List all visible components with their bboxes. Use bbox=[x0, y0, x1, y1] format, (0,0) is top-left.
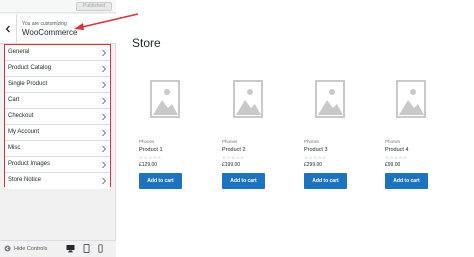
chevron-right-icon bbox=[102, 161, 107, 169]
chevron-right-icon bbox=[102, 129, 107, 137]
panel-item-label: Cart bbox=[8, 97, 20, 103]
chevron-right-icon bbox=[102, 177, 107, 185]
woocommerce-sections-panel: General Product Catalog Single Product C… bbox=[4, 44, 111, 189]
chevron-right-icon bbox=[102, 65, 107, 73]
panel-item-general[interactable]: General bbox=[5, 45, 110, 61]
panel-item-misc[interactable]: Misc bbox=[5, 141, 110, 157]
panel-item-label: Single Product bbox=[8, 81, 48, 87]
product-name[interactable]: Product 1 bbox=[139, 147, 189, 154]
panel-item-label: Product Images bbox=[8, 161, 51, 167]
rating-stars: ☆☆☆☆☆ bbox=[139, 155, 162, 160]
product-card: Phones Product 4 ☆☆☆☆☆ £99.00 Add to car… bbox=[385, 80, 435, 189]
chevron-right-icon bbox=[102, 113, 107, 121]
customizer-window: Published You are customizing WooCommerc… bbox=[0, 0, 474, 257]
product-category: Phones bbox=[222, 139, 238, 144]
product-name[interactable]: Product 3 bbox=[304, 147, 354, 154]
mobile-icon[interactable] bbox=[98, 244, 103, 253]
desktop-icon[interactable] bbox=[66, 244, 75, 253]
rating-stars: ☆☆☆☆☆ bbox=[304, 155, 327, 160]
hide-controls-label: Hide Controls bbox=[14, 245, 48, 252]
add-to-cart-button[interactable]: Add to cart bbox=[304, 173, 347, 189]
rating-stars: ☆☆☆☆☆ bbox=[222, 155, 245, 160]
rating-stars: ☆☆☆☆☆ bbox=[385, 155, 408, 160]
product-price: £299.00 bbox=[304, 162, 323, 168]
panel-item-product-images[interactable]: Product Images bbox=[5, 157, 110, 173]
panel-item-label: Store Notice bbox=[8, 177, 42, 183]
device-preview-switcher bbox=[66, 244, 103, 253]
chevron-right-icon bbox=[102, 49, 107, 57]
product-category: Phones bbox=[385, 139, 401, 144]
product-price: £99.00 bbox=[385, 162, 401, 168]
product-card: Phones Product 1 ☆☆☆☆☆ £129.00 Add to ca… bbox=[139, 80, 189, 189]
chevron-left-icon bbox=[5, 25, 10, 33]
tablet-icon[interactable] bbox=[83, 244, 90, 253]
product-category: Phones bbox=[304, 139, 320, 144]
published-button[interactable]: Published bbox=[76, 2, 112, 11]
back-button[interactable] bbox=[0, 14, 17, 44]
sidebar-footer: Hide Controls bbox=[0, 240, 116, 257]
panel-item-label: Checkout bbox=[8, 113, 34, 119]
panel-item-product-catalog[interactable]: Product Catalog bbox=[5, 61, 110, 77]
annotation-arrow-icon bbox=[74, 13, 139, 30]
collapse-icon bbox=[4, 245, 11, 252]
image-placeholder-icon bbox=[315, 80, 345, 118]
panel-item-label: Product Catalog bbox=[8, 65, 52, 71]
product-card: Phones Product 3 ☆☆☆☆☆ £299.00 Add to ca… bbox=[304, 80, 354, 189]
product-name[interactable]: Product 2 bbox=[222, 147, 272, 154]
image-placeholder-icon bbox=[396, 80, 426, 118]
product-name[interactable]: Product 4 bbox=[385, 147, 435, 154]
add-to-cart-button[interactable]: Add to cart bbox=[222, 173, 265, 189]
image-placeholder-icon bbox=[150, 80, 180, 118]
chevron-right-icon bbox=[102, 145, 107, 153]
chevron-right-icon bbox=[102, 81, 107, 89]
panel-item-store-notice[interactable]: Store Notice bbox=[5, 173, 110, 189]
page-title: Store bbox=[132, 36, 161, 50]
chevron-right-icon bbox=[102, 97, 107, 105]
customizer-sidebar: Published You are customizing WooCommerc… bbox=[0, 0, 116, 257]
product-card: Phones Product 2 ☆☆☆☆☆ £199.00 Add to ca… bbox=[222, 80, 272, 189]
add-to-cart-button[interactable]: Add to cart bbox=[139, 173, 182, 189]
add-to-cart-button[interactable]: Add to cart bbox=[385, 173, 428, 189]
hide-controls-button[interactable]: Hide Controls bbox=[4, 245, 47, 252]
panel-item-checkout[interactable]: Checkout bbox=[5, 109, 110, 125]
panel-item-label: Misc bbox=[8, 145, 21, 151]
product-price: £199.00 bbox=[222, 162, 241, 168]
panel-item-cart[interactable]: Cart bbox=[5, 93, 110, 109]
image-placeholder-icon bbox=[233, 80, 263, 118]
product-category: Phones bbox=[139, 139, 155, 144]
panel-item-single-product[interactable]: Single Product bbox=[5, 77, 110, 93]
panel-item-label: My Account bbox=[8, 129, 40, 135]
panel-item-my-account[interactable]: My Account bbox=[5, 125, 110, 141]
product-price: £129.00 bbox=[139, 162, 158, 168]
panel-item-label: General bbox=[8, 49, 30, 55]
